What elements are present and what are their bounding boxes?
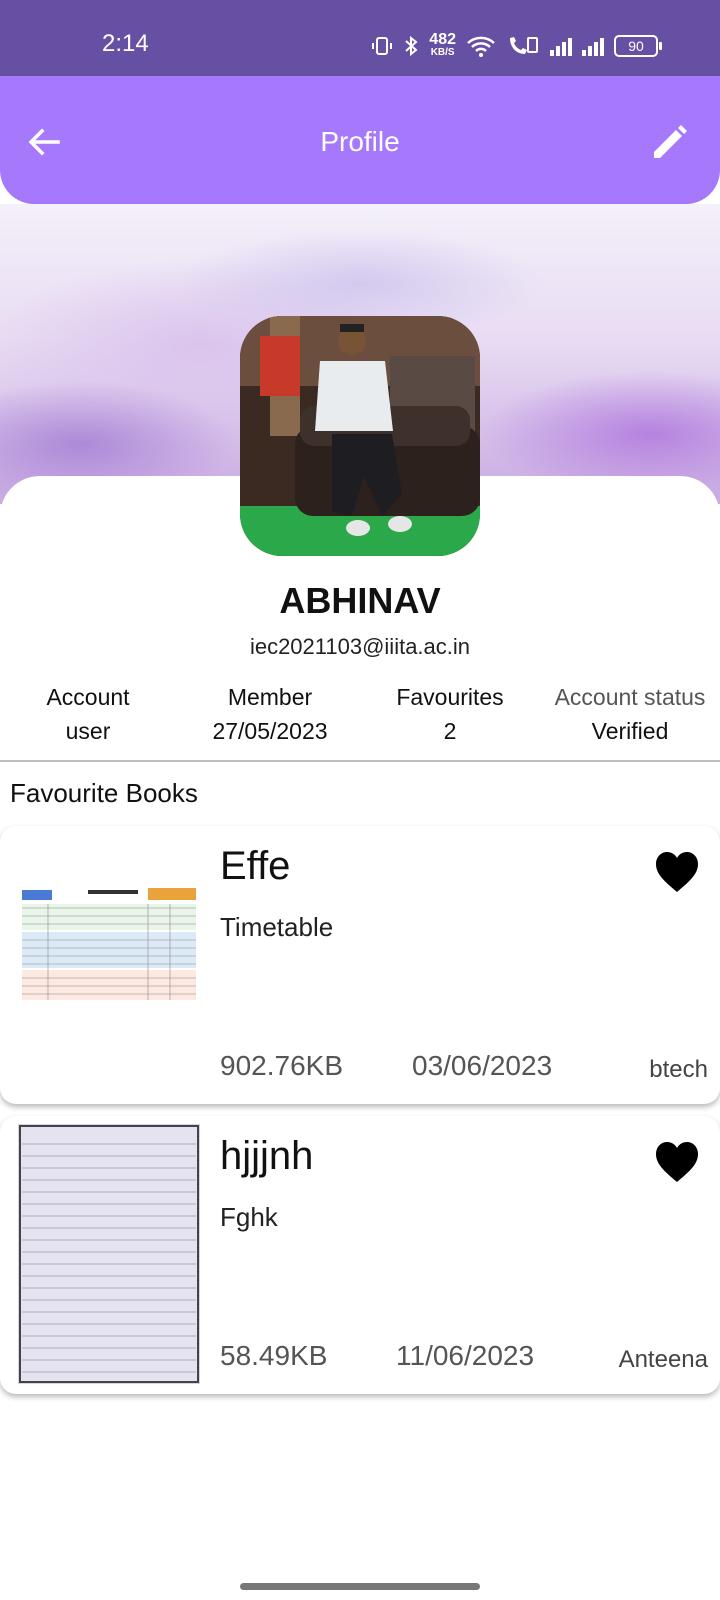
user-email: iec2021103@iiita.ac.in [249, 634, 471, 659]
edit-profile-button[interactable] [648, 120, 692, 164]
book-thumbnail-image [18, 886, 200, 1004]
pencil-icon [654, 125, 687, 158]
stat-label: Account status [554, 684, 706, 710]
wifi-icon [467, 36, 495, 57]
stat-account: Account user [28, 682, 148, 750]
stat-account-status: Account status Verified [540, 682, 720, 750]
book-description: Timetable [220, 912, 334, 942]
avatar[interactable] [240, 316, 480, 556]
book-date: 11/06/2023 [396, 1340, 535, 1371]
user-name: ABHINAV [279, 580, 441, 621]
book-date: 03/06/2023 [412, 1050, 553, 1081]
bluetooth-icon [405, 35, 418, 57]
battery-icon: 90 [614, 35, 662, 57]
stat-value: user [65, 718, 111, 744]
book-card[interactable]: Effe Timetable 902.76KB 03/06/2023 btech [0, 826, 720, 1104]
favourite-button[interactable] [654, 850, 700, 894]
network-speed-value: 482 [429, 31, 456, 48]
favourite-books-title: Favourite Books [10, 778, 198, 808]
divider [0, 760, 720, 762]
profile-stats: Account user Member 27/05/2023 Favourite… [0, 682, 720, 746]
signal-strength-icon-1 [550, 36, 572, 56]
book-size: 902.76KB [220, 1050, 343, 1081]
stat-favourites: Favourites 2 [382, 682, 518, 750]
book-description: Fghk [220, 1202, 278, 1232]
stat-label: Account [46, 684, 130, 710]
book-card[interactable]: hjjjnh Fghk 58.49KB 11/06/2023 Anteena [0, 1116, 720, 1394]
page-title: Profile [320, 126, 400, 157]
vibrate-icon [372, 37, 393, 55]
status-bar: 2:14 482 KB/S 90 [0, 0, 720, 76]
stat-value: Verified [591, 718, 669, 744]
home-indicator[interactable] [240, 1583, 480, 1590]
stat-member: Member 27/05/2023 [190, 682, 350, 750]
book-category: btech [649, 1056, 708, 1083]
book-thumbnail-image [18, 1124, 200, 1384]
heart-filled-icon [656, 852, 698, 892]
network-speed-unit: KB/S [430, 47, 455, 58]
book-category: Anteena [618, 1346, 708, 1373]
app-bar: Profile [0, 76, 720, 204]
book-thumbnail [18, 886, 200, 1004]
avatar-photo [240, 316, 480, 556]
heart-filled-icon [656, 1142, 698, 1182]
volte-call-icon [510, 37, 538, 54]
book-title: hjjjnh [220, 1134, 314, 1178]
network-speed: 482 KB/S [429, 31, 456, 59]
book-title: Effe [220, 844, 291, 888]
book-thumbnail [18, 1124, 200, 1384]
signal-strength-icon-2 [582, 36, 604, 56]
stat-value: 27/05/2023 [212, 718, 328, 744]
book-size: 58.49KB [220, 1340, 328, 1371]
stat-value: 2 [443, 718, 457, 744]
favourite-button[interactable] [654, 1140, 700, 1184]
stat-label: Favourites [396, 684, 504, 710]
status-icons: 482 KB/S 90 [371, 30, 662, 62]
stat-label: Member [227, 684, 313, 710]
status-time: 2:14 [102, 30, 149, 57]
